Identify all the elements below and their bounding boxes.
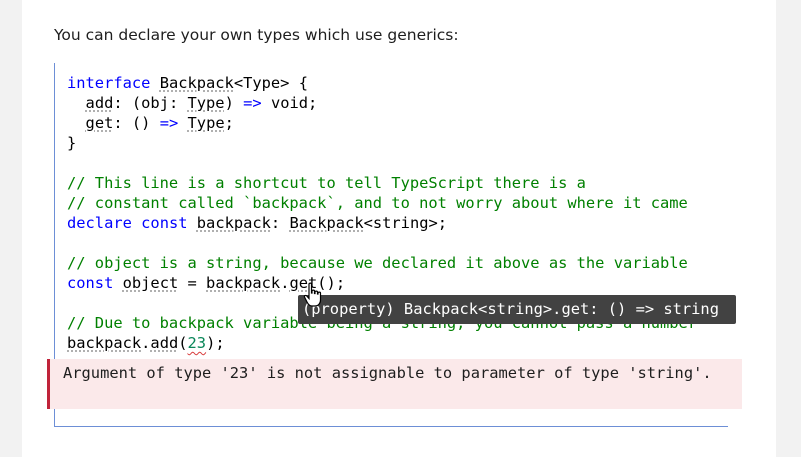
keyword: const	[141, 214, 188, 232]
variable-backpack[interactable]: backpack	[67, 334, 141, 352]
code-text: =	[178, 274, 207, 292]
comment-line: // object is a string, because we declar…	[67, 254, 688, 272]
keyword: const	[67, 274, 114, 292]
code-line-1: interface Backpack<Type> {	[67, 73, 308, 93]
type-param[interactable]: Type	[188, 94, 225, 112]
arrow: =>	[243, 94, 262, 112]
code-line-2: add: (obj: Type) => void;	[85, 94, 318, 112]
variable-backpack[interactable]: backpack	[206, 274, 280, 292]
code-text: <Type> {	[233, 74, 308, 92]
method-add[interactable]: add	[150, 334, 178, 352]
keyword: interface	[67, 74, 151, 92]
error-message: Argument of type '23' is not assignable …	[47, 359, 742, 409]
keyword: declare	[67, 214, 132, 232]
property-add[interactable]: add	[86, 94, 114, 112]
comment-line: // This line is a shortcut to tell TypeS…	[67, 174, 586, 192]
comment-line: // constant called `backpack`, and to no…	[67, 194, 688, 212]
interface-name[interactable]: Backpack	[160, 74, 234, 92]
code-line-4: }	[67, 134, 77, 152]
arrow: =>	[159, 114, 179, 132]
code-line-11: backpack.add(23);	[67, 333, 225, 353]
error-argument[interactable]: 23	[188, 334, 207, 352]
variable-object[interactable]: object	[123, 274, 179, 292]
hand-cursor-icon	[303, 282, 322, 307]
code-line-3: get: () => Type;	[67, 113, 234, 133]
hover-tooltip: (property) Backpack<string>.get: () => s…	[298, 295, 736, 324]
code-line-7: declare const backpack: Backpack<string>…	[67, 213, 447, 233]
code-text: <string>;	[363, 214, 448, 232]
code-text: ;	[224, 114, 234, 132]
code-text: : (obj:	[113, 94, 188, 112]
property-get[interactable]: get	[86, 114, 114, 132]
code-text: :	[270, 214, 290, 232]
code-text: (	[178, 334, 188, 352]
type-ref[interactable]: Backpack	[289, 214, 363, 232]
code-text: : ()	[113, 114, 160, 132]
intro-text: You can declare your own types which use…	[54, 26, 459, 44]
code-text: void;	[261, 94, 318, 112]
variable-backpack[interactable]: backpack	[197, 214, 271, 232]
type-param[interactable]: Type	[188, 114, 225, 132]
code-text: );	[206, 334, 225, 352]
